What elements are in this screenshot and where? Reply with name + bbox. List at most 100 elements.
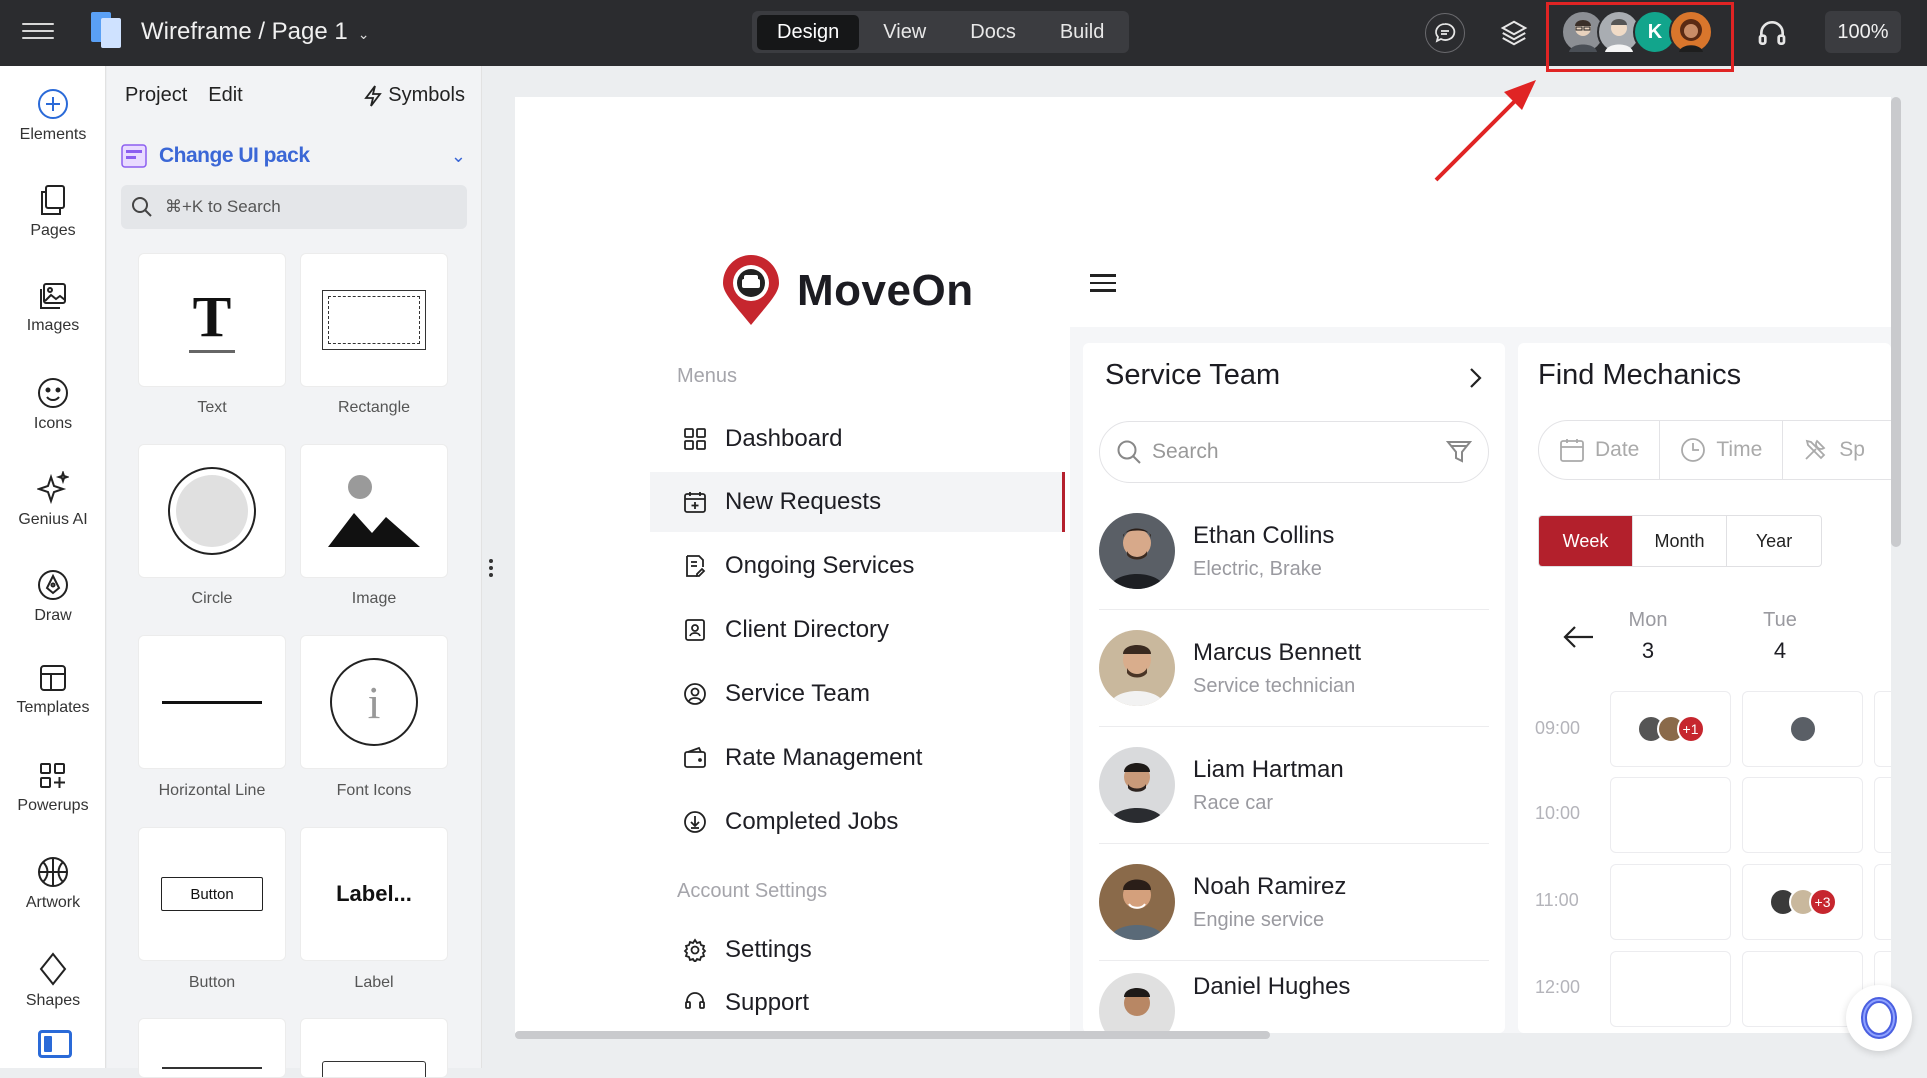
team-member[interactable]: Liam Hartman Race car <box>1099 727 1489 844</box>
rail-item-elements[interactable]: Elements <box>0 88 106 144</box>
nav-item-ongoing-services[interactable]: Ongoing Services <box>650 536 1065 596</box>
gear-icon <box>683 938 707 962</box>
tile-button[interactable]: Button <box>138 827 286 961</box>
time-slot[interactable] <box>1874 777 1891 853</box>
element-search-input[interactable] <box>165 197 435 217</box>
assistant-button[interactable] <box>1846 985 1912 1051</box>
nav-label: Ongoing Services <box>725 552 915 579</box>
comments-icon[interactable] <box>1425 13 1465 53</box>
panel-toggle-icon[interactable] <box>38 1030 72 1058</box>
nav-item-service-team[interactable]: Service Team <box>650 664 1065 724</box>
download-circle-icon <box>684 811 706 833</box>
element-search[interactable] <box>121 185 467 229</box>
filter-time[interactable]: Time <box>1660 421 1784 479</box>
nav-item-rate-management[interactable]: Rate Management <box>650 728 1065 788</box>
tile-partial[interactable] <box>300 1018 448 1078</box>
headphones-icon[interactable] <box>1752 13 1792 53</box>
nav-item-settings[interactable]: Settings <box>650 920 1065 980</box>
tile-partial[interactable] <box>138 1018 286 1078</box>
time-slot[interactable]: +3 <box>1742 864 1863 940</box>
change-ui-pack[interactable]: Change UI pack ⌄ <box>121 144 466 168</box>
info-icon: i <box>330 658 418 746</box>
rail-item-images[interactable]: Images <box>0 281 106 335</box>
tab-docs[interactable]: Docs <box>950 15 1036 50</box>
tile-font-icons[interactable]: i <box>300 635 448 769</box>
tab-edit[interactable]: Edit <box>208 84 242 107</box>
view-year[interactable]: Year <box>1727 516 1821 566</box>
team-member[interactable]: Noah Ramirez Engine service <box>1099 844 1489 961</box>
mode-tabs: Design View Docs Build <box>752 11 1130 53</box>
time-slot[interactable] <box>1874 864 1891 940</box>
panel-resize-handle[interactable] <box>489 556 495 580</box>
image-icon <box>328 475 420 547</box>
service-team-search[interactable] <box>1099 421 1489 483</box>
team-member[interactable]: Daniel Hughes <box>1099 961 1489 1033</box>
time-label: 09:00 <box>1535 718 1581 738</box>
tab-project[interactable]: Project <box>125 84 187 107</box>
ui-pack-label: Change UI pack <box>159 144 310 167</box>
filter-specialty[interactable]: Sp <box>1783 421 1885 479</box>
avatar <box>1099 630 1175 706</box>
file-title[interactable]: Wireframe / Page 1 ⌄ <box>141 18 369 46</box>
service-team-search-input[interactable] <box>1152 440 1422 464</box>
rail-item-draw[interactable]: Draw <box>0 569 106 625</box>
tile-rectangle[interactable] <box>300 253 448 387</box>
time-slot[interactable]: +1 <box>1610 691 1731 767</box>
main-menu-icon[interactable] <box>22 18 54 48</box>
nav-item-support[interactable]: Support <box>650 977 1065 1033</box>
rail-item-pages[interactable]: Pages <box>0 184 106 240</box>
rail-item-label: Pages <box>30 222 76 239</box>
time-slot[interactable] <box>1610 864 1731 940</box>
zoom-level[interactable]: 100% <box>1825 11 1901 53</box>
filter-icon[interactable] <box>1446 439 1472 465</box>
time-slot[interactable] <box>1610 951 1731 1027</box>
rail-item-shapes[interactable]: Shapes <box>0 952 106 1010</box>
brand: MoveOn <box>721 255 974 327</box>
tile-label-element[interactable]: Label... <box>300 827 448 961</box>
grid-icon <box>684 428 706 450</box>
tab-view[interactable]: View <box>863 15 946 50</box>
rail-item-powerups[interactable]: Powerups <box>0 761 106 815</box>
view-month[interactable]: Month <box>1633 516 1727 566</box>
vertical-scrollbar[interactable] <box>1891 97 1901 547</box>
filter-date[interactable]: Date <box>1539 421 1661 479</box>
menu-toggle-icon[interactable] <box>1090 269 1116 297</box>
tile-circle[interactable] <box>138 444 286 578</box>
extra-count-badge: +3 <box>1808 888 1837 916</box>
time-slot[interactable] <box>1742 951 1863 1027</box>
member-name: Ethan Collins <box>1193 521 1335 549</box>
time-slot[interactable] <box>1610 777 1731 853</box>
tab-design[interactable]: Design <box>757 14 860 50</box>
nav-item-client-directory[interactable]: Client Directory <box>650 600 1065 660</box>
tile-horizontal-line[interactable] <box>138 635 286 769</box>
team-member[interactable]: Marcus Bennett Service technician <box>1099 610 1489 727</box>
time-slot[interactable] <box>1742 777 1863 853</box>
tab-build[interactable]: Build <box>1040 15 1124 50</box>
rail-item-genius-ai[interactable]: Genius AI <box>0 471 106 529</box>
tile-image[interactable] <box>300 444 448 578</box>
rail-item-icons[interactable]: Icons <box>0 377 106 433</box>
layers-icon[interactable] <box>1494 13 1534 53</box>
chevron-right-icon[interactable] <box>1468 367 1482 389</box>
button-preview: Button <box>161 877 263 911</box>
member-role: Race car <box>1193 791 1274 814</box>
time-slot[interactable] <box>1874 691 1891 767</box>
sparkles-icon <box>37 471 69 505</box>
highlight-box <box>1546 2 1734 72</box>
elements-panel: Project Edit Symbols Change UI pack ⌄ T … <box>107 66 482 1078</box>
time-slot[interactable] <box>1742 691 1863 767</box>
symbols-label: Symbols <box>388 84 465 106</box>
assistant-ring-icon <box>1861 997 1897 1039</box>
nav-item-completed-jobs[interactable]: Completed Jobs <box>650 792 1065 852</box>
team-member[interactable]: Ethan Collins Electric, Brake <box>1099 493 1489 610</box>
view-week[interactable]: Week <box>1539 516 1633 566</box>
nav-item-new-requests[interactable]: New Requests <box>650 472 1065 532</box>
arrow-left-icon[interactable] <box>1563 625 1595 649</box>
member-name: Liam Hartman <box>1193 755 1344 783</box>
rail-item-templates[interactable]: Templates <box>0 663 106 717</box>
nav-item-dashboard[interactable]: Dashboard <box>650 409 1065 469</box>
symbols-button[interactable]: Symbols <box>364 84 465 107</box>
tile-text[interactable]: T <box>138 253 286 387</box>
horizontal-scrollbar[interactable] <box>515 1031 1270 1039</box>
rail-item-artwork[interactable]: Artwork <box>0 856 106 912</box>
